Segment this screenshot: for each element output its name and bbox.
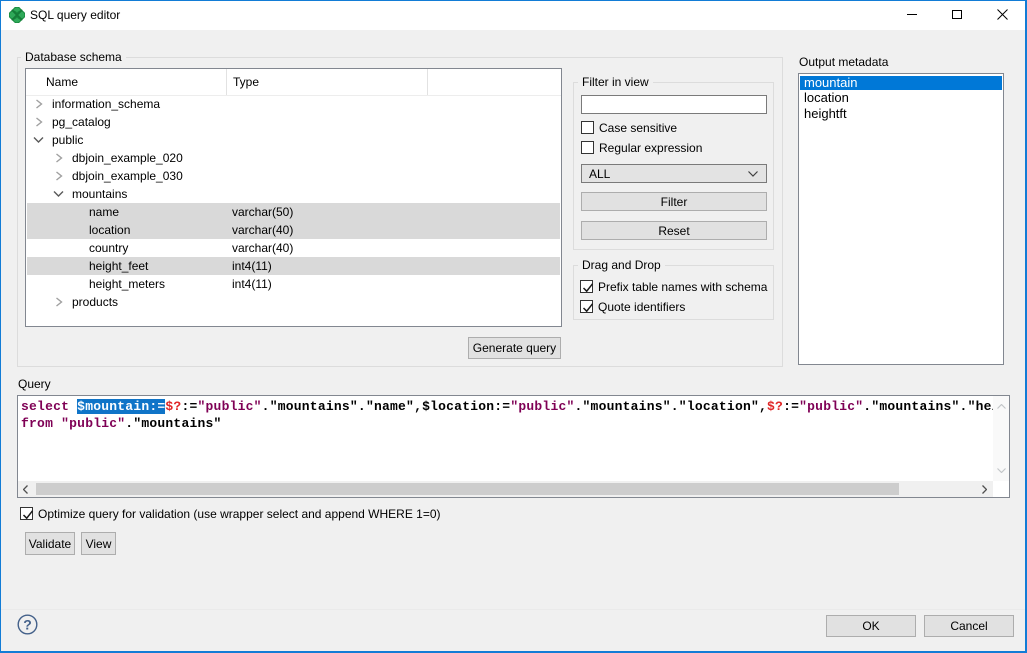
svg-text:?: ? [23,617,32,633]
